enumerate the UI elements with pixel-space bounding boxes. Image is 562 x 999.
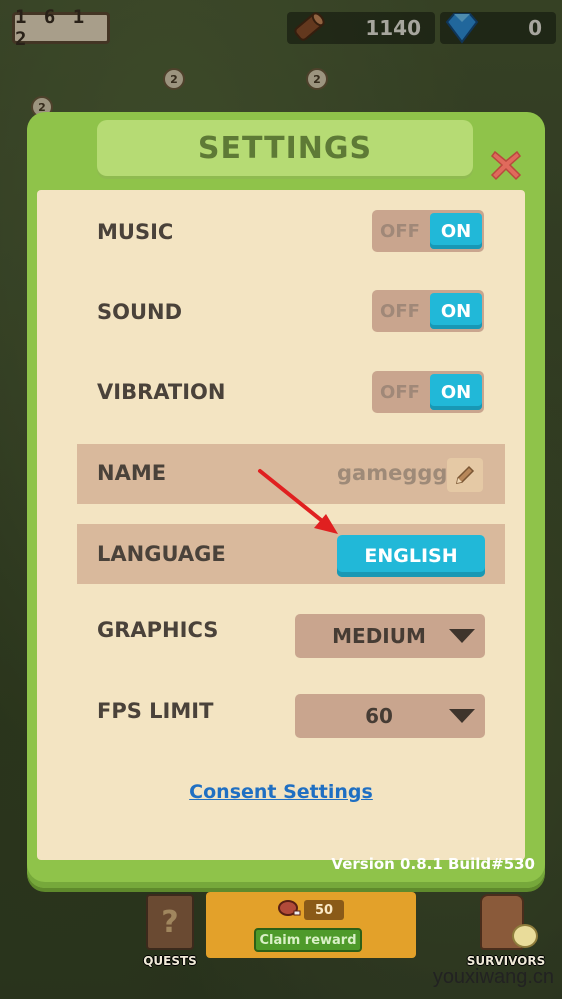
dropdown-triangle-icon [449,629,475,643]
graphics-value: MEDIUM [332,624,426,648]
music-off-option[interactable]: OFF [372,210,428,252]
sound-toggle[interactable]: OFF ON [372,290,484,332]
sound-label: SOUND [97,300,183,324]
fps-dropdown[interactable]: 60 [295,694,485,738]
graphics-label: GRAPHICS [97,618,219,642]
quests-label: QUESTS [143,954,197,968]
pencil-edit-icon [456,465,475,484]
vibration-off-option[interactable]: OFF [372,371,428,413]
reward-count: 50 [304,900,344,920]
question-book-icon: ? [146,894,194,950]
music-on-option[interactable]: ON [430,213,482,249]
meat-icon [278,900,301,916]
close-x-icon[interactable] [489,148,523,182]
dropdown-triangle-icon [449,709,475,723]
language-label: LANGUAGE [97,542,226,566]
settings-body: MUSIC OFF ON SOUND OFF ON VIBRATION OFF … [37,190,525,860]
vibration-on-option[interactable]: ON [430,374,482,410]
fps-value: 60 [365,704,393,728]
claim-reward-button[interactable]: Claim reward [254,928,362,952]
reward-panel: 50 Claim reward [206,892,416,958]
music-label: MUSIC [97,220,174,244]
music-toggle[interactable]: OFF ON [372,210,484,252]
title-banner: SETTINGS [97,120,473,176]
watermark: youxiwang.cn [432,966,554,988]
graphics-dropdown[interactable]: MEDIUM [295,614,485,658]
survivors-button[interactable]: SURVIVORS [466,894,546,968]
fps-label: FPS LIMIT [97,699,214,723]
bottom-bar: ? QUESTS 50 Claim reward SURVIVORS [0,888,562,968]
edit-name-button[interactable] [447,458,483,492]
name-label: NAME [97,461,167,485]
sound-off-option[interactable]: OFF [372,290,428,332]
language-button[interactable]: ENGLISH [337,535,485,577]
settings-panel: SETTINGS MUSIC OFF ON SOUND OFF ON VIBRA… [27,112,545,888]
name-value: gameggg [337,461,448,485]
sound-on-option[interactable]: ON [430,293,482,329]
duck-icon [512,924,538,948]
page-title: SETTINGS [197,130,373,166]
version-text: Version 0.8.1 Build#530 [331,855,535,873]
consent-settings-link[interactable]: Consent Settings [37,781,525,803]
quests-button[interactable]: ? QUESTS [140,894,200,968]
vibration-toggle[interactable]: OFF ON [372,371,484,413]
vibration-label: VIBRATION [97,380,226,404]
